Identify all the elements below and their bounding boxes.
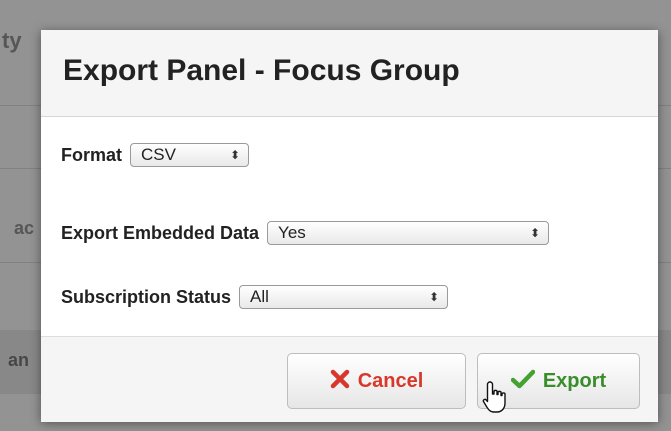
format-select-value: CSV [141,145,176,164]
up-down-arrows-icon: ⬍ [229,148,241,162]
modal-body: Format CSV ⬍ Export Embedded Data Yes ⬍ … [41,117,658,336]
hand-pointer-icon [482,380,508,419]
subscription-status-select-value: All [250,287,269,306]
x-icon [330,369,350,393]
format-row: Format CSV ⬍ [61,143,250,167]
export-button-label: Export [542,369,607,392]
modal-header: Export Panel - Focus Group [41,30,658,117]
cancel-button-label: Cancel [357,369,424,392]
checkmark-icon [510,369,536,393]
embedded-data-select[interactable]: Yes ⬍ [267,221,550,245]
embedded-data-row: Export Embedded Data Yes ⬍ [61,221,550,245]
cancel-button[interactable]: Cancel [287,353,466,409]
subscription-status-row: Subscription Status All ⬍ [61,285,449,309]
export-modal: Export Panel - Focus Group Format CSV ⬍ … [41,30,658,422]
up-down-arrows-icon: ⬍ [529,226,541,240]
format-select[interactable]: CSV ⬍ [130,143,250,167]
up-down-arrows-icon: ⬍ [428,290,440,304]
subscription-status-select[interactable]: All ⬍ [239,285,449,309]
modal-title: Export Panel - Focus Group [63,54,460,87]
embedded-data-select-value: Yes [278,223,306,242]
subscription-status-label: Subscription Status [61,286,232,307]
modal-footer: Cancel Export [41,336,658,422]
embedded-data-label: Export Embedded Data [61,222,260,243]
format-label: Format [61,144,123,165]
